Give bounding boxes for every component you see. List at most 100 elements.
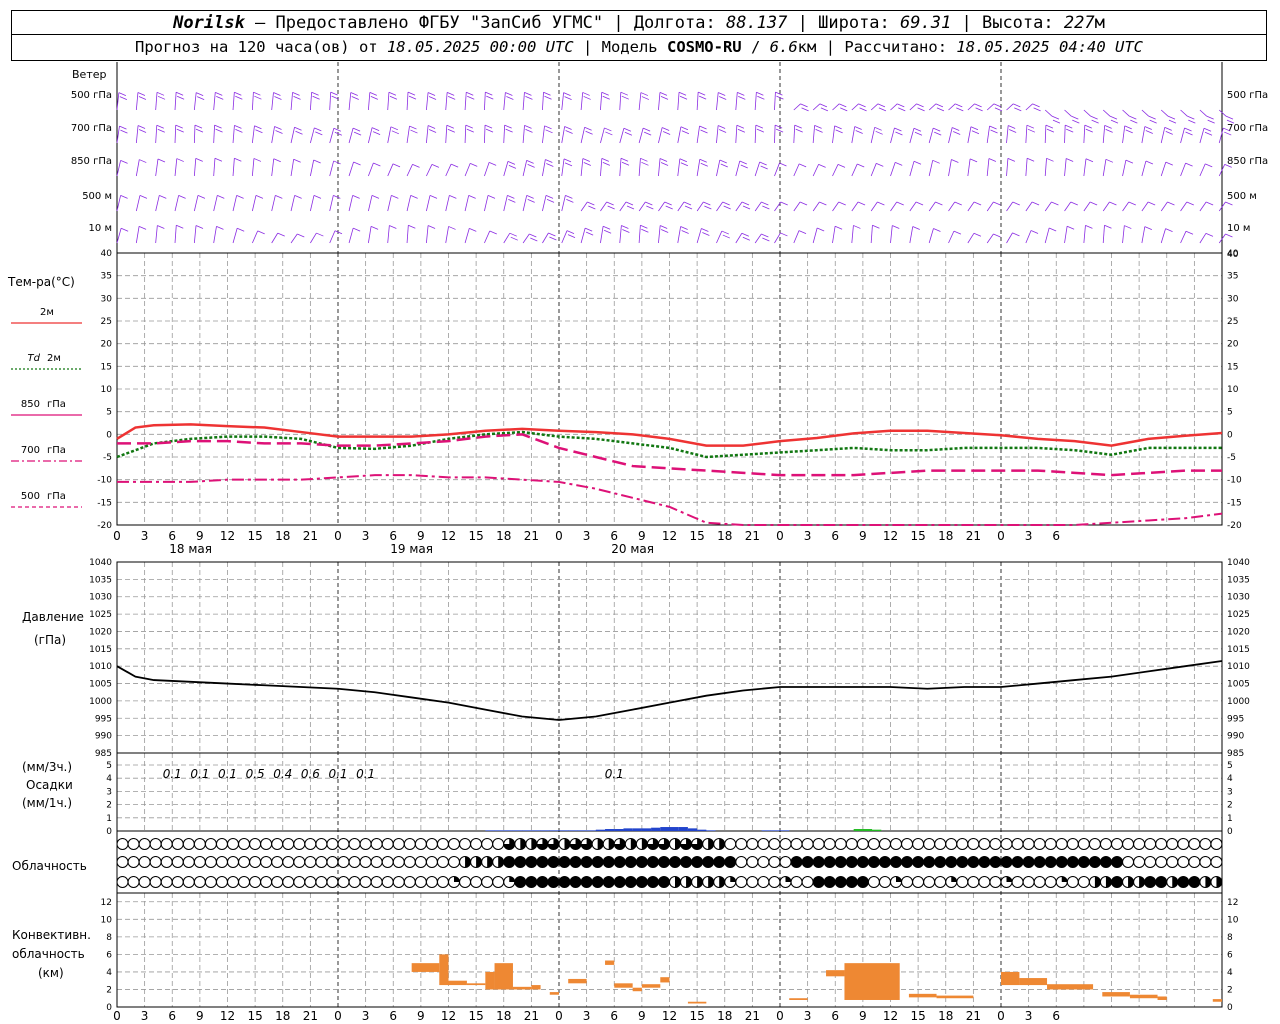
wind-barb-feather: [545, 129, 553, 134]
bottom-x-tick: 12: [883, 1009, 898, 1023]
cloud-cover-circle: [989, 856, 1002, 868]
wind-barb-feather: [799, 201, 808, 206]
cloud-cover-circle: [812, 856, 825, 868]
wind-barb-staff: [542, 125, 545, 144]
wind-barb-staff: [484, 125, 486, 144]
wind-barb-feather: [1168, 119, 1177, 124]
wind-barb-feather: [446, 91, 455, 96]
wind-barb-feather: [544, 95, 552, 100]
wind-barb-staff: [271, 158, 275, 177]
wind-barb-staff: [948, 230, 955, 244]
wind-barb-staff: [696, 125, 700, 144]
cloud-cover-circle: [724, 856, 737, 868]
cloud-cover-circle: [1066, 838, 1079, 850]
precip-bar: [522, 830, 532, 831]
wind-barb-feather: [1144, 226, 1152, 230]
wind-barb-feather: [1085, 128, 1093, 133]
precip-title: Осадки: [26, 778, 73, 792]
cloud-cover-sector: [730, 876, 736, 882]
pressure-tick-left: 1000: [89, 697, 112, 707]
wind-barb-feather: [683, 201, 692, 206]
cloud-cover-circle: [746, 856, 759, 868]
wind-barb-feather: [1051, 201, 1059, 206]
cloud-cover-sector: [1139, 876, 1145, 888]
cloud-cover-circle: [1177, 838, 1190, 850]
wind-barb-feather: [563, 92, 571, 96]
wind-barb-feather: [700, 129, 708, 134]
wind-barb-staff: [793, 103, 801, 111]
cloud-cover-sector: [520, 838, 526, 850]
wind-barb-feather: [275, 130, 283, 134]
cloud-cover-sector: [608, 838, 615, 850]
cloud-cover-circle: [392, 838, 405, 850]
temp-tick-right: -5: [1227, 453, 1236, 463]
wind-level-right: 850 гПа: [1227, 156, 1268, 167]
wind-barb-staff: [928, 127, 934, 144]
wind-barb-staff: [909, 201, 917, 212]
precip-bar: [761, 830, 771, 831]
wind-barb-staff: [967, 126, 972, 144]
temp-x-tick: 9: [638, 529, 646, 543]
wind-barb-staff: [967, 158, 971, 177]
wind-barb-feather: [719, 159, 727, 164]
wind-barb-feather: [176, 158, 184, 162]
pressure-tick-left: 1030: [89, 593, 112, 603]
cloud-cover-sector: [1061, 876, 1068, 882]
wind-barb-feather: [839, 103, 847, 108]
wind-barb-feather: [1027, 128, 1036, 133]
wind-barb-feather: [855, 130, 863, 134]
wind-barb-feather: [794, 124, 802, 129]
cloud-cover-circle: [271, 876, 284, 888]
cloud-cover-circle: [856, 856, 869, 868]
wind-barb-feather: [118, 92, 127, 96]
wind-barb-staff: [193, 195, 199, 212]
wind-barb-staff: [677, 92, 680, 111]
wind-barb-feather: [157, 158, 166, 163]
cloud-cover-circle: [448, 856, 460, 868]
wind-barb-feather: [1145, 130, 1153, 134]
temp-tick-left: 5: [106, 408, 112, 418]
wind-barb-staff: [754, 161, 761, 177]
conv-cloud-bar: [844, 963, 900, 1000]
temp-title: Тем-ра(°С): [8, 275, 75, 289]
wind-barb-feather: [1051, 115, 1060, 120]
wind-barb-feather: [699, 158, 707, 163]
wind-barb-staff: [1006, 201, 1014, 212]
conv-cloud-bar: [439, 954, 449, 986]
wind-barb-staff: [1102, 159, 1107, 177]
wind-barb-staff: [812, 103, 821, 111]
cloud-cover-circle: [823, 838, 836, 850]
bottom-x-tick: 6: [1052, 1009, 1060, 1023]
wind-barb-feather: [739, 160, 747, 165]
cloud-cover-circle: [359, 876, 372, 888]
wind-barb-feather: [333, 127, 341, 132]
wind-barb-feather: [662, 131, 671, 135]
pressure-tick-left: 1010: [89, 662, 112, 672]
wind-barb-staff: [387, 163, 394, 177]
bottom-x-tick: 12: [220, 1009, 235, 1023]
cloud-cover-circle: [1033, 838, 1046, 850]
cloud-cover-sector: [1128, 876, 1134, 888]
cloud-cover-circle: [282, 856, 295, 868]
wind-barb-feather: [723, 205, 731, 210]
cloud-cover-circle: [116, 876, 129, 888]
wind-barb-staff: [1141, 201, 1149, 212]
wind-barb-staff: [309, 92, 313, 111]
wind-barb-feather: [916, 103, 924, 108]
wind-barb-staff: [542, 195, 547, 212]
wind-barb-feather: [194, 124, 203, 129]
precip-bar: [512, 830, 523, 831]
cloud-cover-circle: [823, 856, 836, 868]
wind-barb-feather: [853, 225, 861, 229]
legend-label-unit: 2м: [47, 353, 61, 364]
conv-cloud-bar: [641, 984, 661, 988]
wind-barb-feather: [680, 162, 689, 167]
wind-barb-feather: [1204, 131, 1213, 136]
wind-barb-staff: [677, 226, 682, 244]
cloud-cover-circle: [448, 838, 460, 850]
wind-barb-staff: [135, 92, 139, 111]
cloud-cover-circle: [1033, 876, 1046, 888]
pressure-tick-right: 985: [1227, 749, 1244, 759]
wind-barb-staff: [677, 158, 681, 177]
temp-x-tick: 9: [859, 529, 867, 543]
